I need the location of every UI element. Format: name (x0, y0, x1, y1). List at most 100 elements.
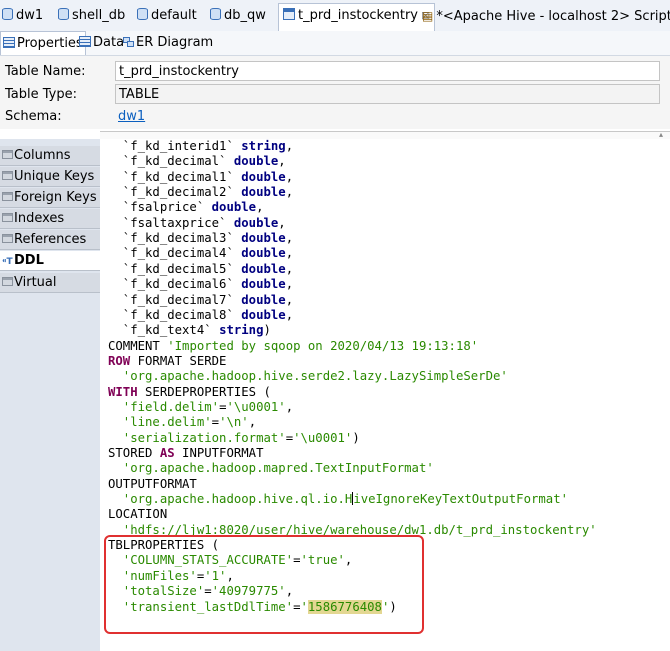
ddl-code-view[interactable]: `f_kd_interid1` string, `f_kd_decimal` d… (100, 139, 670, 651)
code-token: = (211, 415, 220, 430)
tab-properties[interactable]: Properties (0, 31, 86, 55)
code-line: 'transient_lastDdlTime'='1586776408') (108, 599, 397, 615)
code-token: TBLPROPERTIES ( (108, 538, 220, 553)
folder-tab-icon (2, 171, 13, 180)
code-token: , (248, 415, 257, 430)
code-line: `f_kd_decimal2` double, (108, 185, 293, 200)
code-token: , (285, 185, 294, 200)
code-token: '40979775' (211, 584, 286, 599)
nav-item-references[interactable]: References (0, 230, 100, 250)
code-token: double (241, 307, 286, 322)
code-line: 'numFiles'='1', (108, 569, 234, 584)
code-line: `f_kd_interid1` string, (108, 139, 293, 154)
code-token: AS (159, 446, 175, 460)
code-line: 'org.apache.hadoop.hive.serde2.lazy.Lazy… (108, 369, 508, 384)
code-token: double (241, 277, 286, 292)
table-name-label: Table Name: (5, 64, 86, 79)
code-line: 'org.apache.hadoop.hive.ql.io.HiveIgnore… (108, 492, 568, 507)
table-icon (283, 8, 295, 20)
code-token: `f_kd_interid1` (108, 139, 242, 153)
code-token: '\u0001' (293, 430, 353, 445)
code-line: `f_kd_decimal` double, (108, 154, 286, 169)
code-line: `f_kd_decimal6` double, (108, 277, 293, 292)
code-token: 'serialization.format' (108, 430, 286, 445)
er-diagram-icon (123, 37, 134, 47)
code-token: = (285, 430, 294, 445)
code-line: `f_kd_decimal4` double, (108, 246, 293, 261)
code-token: , (285, 261, 294, 276)
tab-t-prd-instockentry[interactable]: t_prd_instockentry ⊠ (278, 3, 436, 32)
code-token: `fsaltaxprice` (108, 215, 234, 230)
code-token: = (204, 584, 212, 599)
code-line: TBLPROPERTIES ( (108, 538, 219, 553)
code-token: 'numFiles' (108, 568, 197, 583)
code-token: , (278, 154, 286, 169)
collapse-arrow-icon[interactable]: ▴ (659, 131, 667, 139)
code-token: `f_kd_decimal6` (108, 277, 242, 292)
code-token: double (241, 231, 286, 246)
code-token: `f_kd_decimal8` (108, 307, 242, 322)
code-token: 'true' (300, 553, 345, 568)
code-line: ROW FORMAT SERDE (108, 354, 226, 369)
code-token: OUTPUTFORMAT (108, 476, 197, 491)
code-token: `fsalprice` (108, 200, 212, 215)
nav-item-columns[interactable]: Columns (0, 146, 100, 166)
tab-hive-script[interactable]: ▤ *<Apache Hive - localhost 2> Script (422, 4, 670, 28)
tab-data[interactable]: Data (77, 31, 124, 54)
code-line: `f_kd_text4` string) (108, 323, 271, 338)
folder-tab-icon (2, 192, 13, 201)
nav-item-unique-keys[interactable]: Unique Keys (0, 167, 100, 187)
code-token: , (285, 292, 294, 307)
code-line: `f_kd_decimal3` double, (108, 231, 293, 246)
schema-link[interactable]: dw1 (118, 109, 145, 124)
table-type-label: Table Type: (5, 87, 77, 102)
code-token: WITH (108, 384, 138, 399)
nav-item-label: References (14, 232, 87, 247)
nav-item-indexes[interactable]: Indexes (0, 209, 100, 229)
code-token: '\n' (219, 415, 249, 430)
tab-dw1[interactable]: dw1 (2, 4, 43, 28)
code-token: 'Imported by sqoop on 2020/04/13 19:13:1… (167, 338, 479, 353)
code-token: `f_kd_decimal1` (108, 169, 242, 184)
code-token: string (219, 323, 264, 338)
database-icon (58, 8, 69, 20)
tab-er-diagram[interactable]: ER Diagram (121, 31, 213, 54)
code-token: double (233, 154, 279, 169)
table-name-field[interactable]: t_prd_instockentry (115, 61, 660, 81)
code-token: , (285, 584, 294, 599)
code-token: '1' (204, 568, 227, 583)
code-token: LOCATION (108, 507, 168, 522)
tab-db-qw[interactable]: db_qw (210, 4, 266, 28)
code-line: WITH SERDEPROPERTIES ( (108, 385, 271, 400)
code-token: ' (300, 599, 308, 614)
database-icon (210, 8, 221, 20)
code-line: LOCATION (108, 507, 167, 522)
code-token: , (285, 277, 294, 292)
data-grid-icon (79, 36, 91, 47)
code-token: = (293, 553, 301, 568)
code-token: `f_kd_decimal3` (108, 231, 242, 246)
nav-item-ddl[interactable]: ⁌TDDL (0, 251, 100, 271)
table-properties-panel: Table Name: t_prd_instockentry Table Typ… (0, 56, 670, 129)
code-token: INPUTFORMAT (174, 446, 264, 460)
nav-item-label: DDL (14, 253, 44, 268)
code-token: ROW (108, 353, 131, 368)
code-token: 'transient_lastDdlTime' (108, 599, 294, 614)
nav-item-foreign-keys[interactable]: Foreign Keys (0, 188, 100, 208)
tab-shell-db[interactable]: shell_db (58, 4, 125, 28)
code-token: , (256, 200, 264, 215)
code-line: 'COLUMN_STATS_ACCURATE'='true', (108, 553, 353, 568)
tab-default[interactable]: default (137, 4, 197, 28)
code-line: `f_kd_decimal7` double, (108, 293, 293, 308)
code-line: `fsalprice` double, (108, 200, 264, 215)
nav-item-label: Columns (14, 148, 71, 163)
folder-tab-icon (2, 234, 13, 243)
code-token: , (344, 553, 353, 568)
code-token: 'hdfs://ljw1:8020/user/hive/warehouse/dw… (108, 522, 597, 537)
code-token: double (233, 215, 279, 230)
code-line: 'org.apache.hadoop.mapred.TextInputForma… (108, 461, 434, 476)
nav-item-virtual[interactable]: Virtual (0, 273, 100, 293)
code-token: double (241, 292, 286, 307)
nav-item-label: Indexes (14, 211, 65, 226)
code-token: , (278, 215, 286, 230)
